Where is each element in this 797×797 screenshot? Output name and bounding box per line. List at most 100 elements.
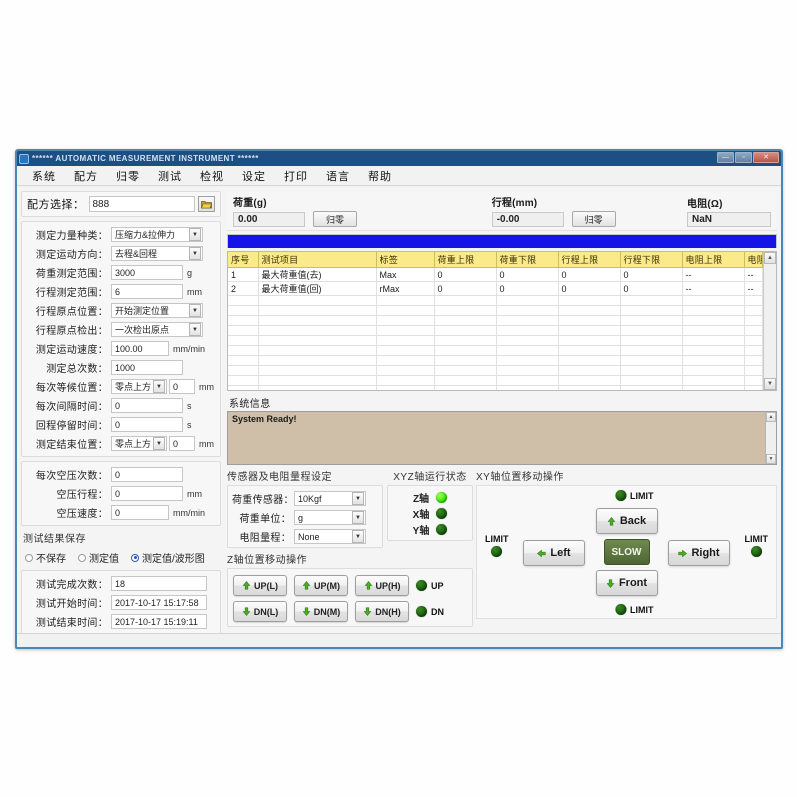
dwell-input[interactable]: 0 bbox=[111, 417, 183, 432]
axis-status-x: X轴 bbox=[390, 505, 470, 521]
col-res-lower[interactable]: 电阻下限 bbox=[744, 252, 763, 268]
menu-item-view[interactable]: 检视 bbox=[191, 166, 233, 186]
close-button[interactable]: ✕ bbox=[753, 152, 779, 163]
folder-open-icon[interactable] bbox=[198, 196, 215, 212]
scroll-up-icon[interactable]: ▲ bbox=[766, 412, 776, 422]
load-range-input[interactable]: 3000 bbox=[111, 265, 183, 280]
col-load-upper[interactable]: 荷重上限 bbox=[434, 252, 497, 268]
button-label: DN(H) bbox=[375, 606, 401, 617]
scroll-down-icon[interactable]: ▼ bbox=[764, 378, 776, 390]
total-count-input[interactable]: 1000 bbox=[111, 360, 183, 375]
chevron-down-icon[interactable]: ▼ bbox=[189, 323, 201, 336]
col-item[interactable]: 测试项目 bbox=[258, 252, 377, 268]
stroke-zero-button[interactable]: 归零 bbox=[571, 211, 616, 227]
radio-value-only[interactable]: 测定值 bbox=[78, 550, 119, 565]
radio-no-save[interactable]: 不保存 bbox=[25, 550, 66, 565]
load-cell-combo[interactable]: 10Kgf ▼ bbox=[294, 491, 366, 506]
param-row-load-range: 荷重测定范围： 3000 g bbox=[27, 264, 215, 281]
title-bar[interactable]: ****** AUTOMATIC MEASUREMENT INSTRUMENT … bbox=[17, 151, 781, 166]
table-cell bbox=[682, 295, 745, 306]
col-res-upper[interactable]: 电阻上限 bbox=[682, 252, 745, 268]
maximize-button[interactable]: ▫ bbox=[735, 152, 752, 163]
col-index[interactable]: 序号 bbox=[228, 252, 259, 268]
origin-detect-combo[interactable]: 一次检出原点 ▼ bbox=[111, 322, 203, 337]
speed-toggle-button[interactable]: SLOW bbox=[603, 539, 650, 565]
up-high-button[interactable]: UP(H) bbox=[355, 575, 409, 596]
down-mid-button[interactable]: DN(M) bbox=[294, 601, 348, 622]
preload-count-input[interactable]: 0 bbox=[111, 467, 183, 482]
menu-item-recipe[interactable]: 配方 bbox=[65, 166, 107, 186]
table-row[interactable] bbox=[228, 315, 763, 326]
up-low-button[interactable]: UP(L) bbox=[233, 575, 287, 596]
system-info-section: 系统信息 System Ready! ▲ ▼ bbox=[227, 394, 777, 465]
chevron-down-icon[interactable]: ▼ bbox=[352, 511, 364, 524]
scroll-down-icon[interactable]: ▼ bbox=[766, 454, 776, 464]
preload-stroke-input[interactable]: 0 bbox=[111, 486, 183, 501]
table-row[interactable] bbox=[228, 385, 763, 390]
col-tag[interactable]: 标签 bbox=[376, 252, 435, 268]
col-stroke-upper[interactable]: 行程上限 bbox=[558, 252, 621, 268]
interval-input[interactable]: 0 bbox=[111, 398, 183, 413]
down-low-button[interactable]: DN(L) bbox=[233, 601, 287, 622]
button-label: Right bbox=[691, 547, 720, 559]
end-position-combo[interactable]: 零点上方 ▼ bbox=[111, 436, 167, 451]
system-info-scrollbar[interactable]: ▲ ▼ bbox=[765, 412, 776, 464]
table-row[interactable] bbox=[228, 305, 763, 316]
table-row[interactable] bbox=[228, 295, 763, 306]
table-row[interactable] bbox=[228, 375, 763, 386]
table-row[interactable] bbox=[228, 345, 763, 356]
down-high-button[interactable]: DN(H) bbox=[355, 601, 409, 622]
menu-item-language[interactable]: 语言 bbox=[317, 166, 359, 186]
chevron-down-icon[interactable]: ▼ bbox=[352, 530, 364, 543]
menu-item-settings[interactable]: 设定 bbox=[233, 166, 275, 186]
menu-item-test[interactable]: 测试 bbox=[149, 166, 191, 186]
force-type-combo[interactable]: 压缩力&拉伸力 ▼ bbox=[111, 227, 203, 242]
end-position-unit: mm bbox=[199, 438, 214, 449]
speed-input[interactable]: 100.00 bbox=[111, 341, 169, 356]
up-mid-button[interactable]: UP(M) bbox=[294, 575, 348, 596]
menu-item-print[interactable]: 打印 bbox=[275, 166, 317, 186]
menu-item-system[interactable]: 系统 bbox=[23, 166, 65, 186]
load-zero-button[interactable]: 归零 bbox=[313, 211, 357, 227]
table-cell: rMax bbox=[376, 281, 435, 296]
chevron-down-icon[interactable]: ▼ bbox=[189, 304, 201, 317]
radio-value-and-curve[interactable]: 测定值/波形图 bbox=[131, 550, 205, 565]
back-button[interactable]: Back bbox=[595, 508, 658, 534]
param-label: 测定力量种类： bbox=[35, 231, 108, 242]
table-row[interactable] bbox=[228, 355, 763, 366]
menu-item-help[interactable]: 帮助 bbox=[359, 166, 401, 186]
recipe-input[interactable]: 888 bbox=[88, 196, 195, 212]
wait-position-combo[interactable]: 零点上方 ▼ bbox=[111, 379, 167, 394]
system-info-label: 系统信息 bbox=[229, 399, 271, 410]
chevron-down-icon[interactable]: ▼ bbox=[153, 437, 165, 450]
wait-position-input[interactable]: 0 bbox=[169, 379, 195, 394]
col-stroke-lower[interactable]: 行程下限 bbox=[620, 252, 683, 268]
table-row[interactable]: 2 最大荷重值(回) rMax 0 0 0 0 -- -- bbox=[228, 281, 763, 296]
col-load-lower[interactable]: 荷重下限 bbox=[496, 252, 559, 268]
right-button[interactable]: Right bbox=[668, 540, 730, 566]
chevron-down-icon[interactable]: ▼ bbox=[352, 492, 364, 505]
preload-speed-input[interactable]: 0 bbox=[111, 505, 169, 520]
table-row[interactable]: 1 最大荷重值(去) Max 0 0 0 0 -- -- bbox=[228, 267, 763, 282]
front-button[interactable]: Front bbox=[595, 570, 658, 596]
minimize-button[interactable]: — bbox=[717, 152, 734, 163]
table-cell: -- bbox=[682, 281, 745, 296]
interval-unit: s bbox=[187, 400, 192, 411]
table-row[interactable] bbox=[228, 335, 763, 346]
table-scrollbar[interactable]: ▲ ▼ bbox=[763, 252, 776, 390]
menu-item-zero[interactable]: 归零 bbox=[107, 166, 149, 186]
chevron-down-icon[interactable]: ▼ bbox=[153, 380, 165, 393]
table-row[interactable] bbox=[228, 365, 763, 376]
table-row[interactable] bbox=[228, 325, 763, 336]
chevron-down-icon[interactable]: ▼ bbox=[189, 247, 201, 260]
direction-combo[interactable]: 去程&回程 ▼ bbox=[111, 246, 203, 261]
end-position-input[interactable]: 0 bbox=[169, 436, 195, 451]
origin-position-combo[interactable]: 开始测定位置 ▼ bbox=[111, 303, 203, 318]
stroke-range-input[interactable]: 6 bbox=[111, 284, 183, 299]
chevron-down-icon[interactable]: ▼ bbox=[189, 228, 201, 241]
resistance-range-combo[interactable]: None ▼ bbox=[294, 529, 366, 544]
scroll-up-icon[interactable]: ▲ bbox=[764, 252, 776, 264]
limit-left-led-icon bbox=[491, 546, 503, 557]
load-unit-combo[interactable]: g ▼ bbox=[294, 510, 366, 525]
left-button[interactable]: Left bbox=[523, 540, 585, 566]
